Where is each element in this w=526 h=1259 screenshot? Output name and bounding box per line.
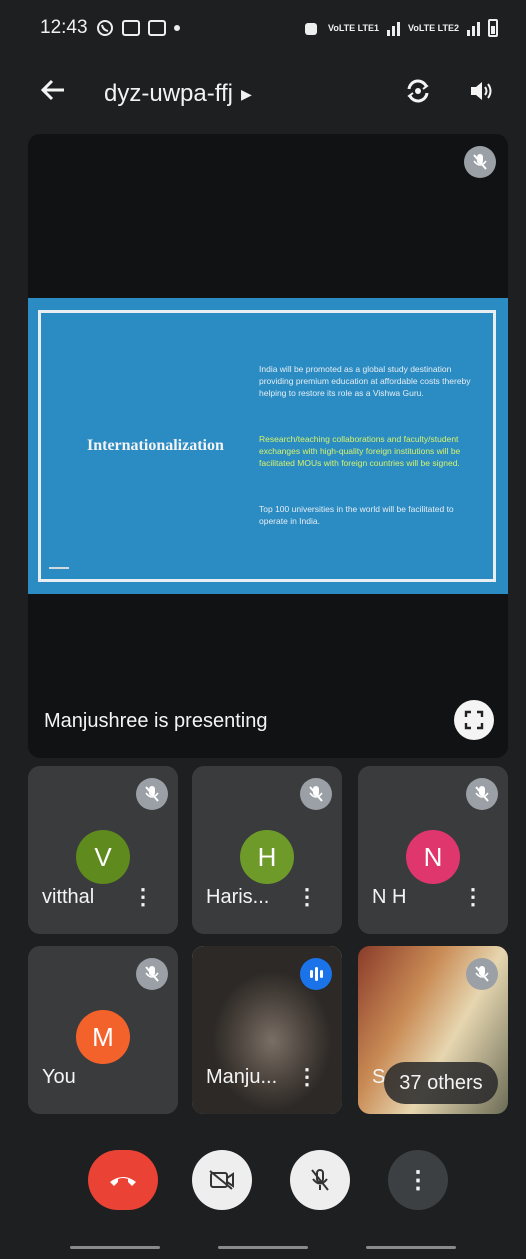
end-call-icon [110,1177,136,1186]
alarm-icon [302,19,320,37]
avatar: V [76,830,130,884]
participant-tile-nh[interactable]: N N H ⋮ [358,766,508,934]
mic-off-icon [311,1169,329,1191]
slide-title: Internationalization [87,437,224,454]
network-label-1: VoLTE LTE1 [328,22,379,33]
more-vert-icon[interactable]: ⋮ [296,884,318,910]
more-vert-icon[interactable]: ⋮ [132,884,154,910]
mic-toggle-button[interactable] [290,1150,350,1210]
caret-right-icon[interactable]: ▶ [241,86,252,103]
signal-2-icon [467,20,480,36]
camera-off-icon [209,1170,234,1190]
more-options-button[interactable]: ⋮ [388,1150,448,1210]
avatar: H [240,830,294,884]
nav-home[interactable] [218,1246,308,1249]
more-vert-icon[interactable]: ⋮ [296,1064,318,1090]
slide-frame: Internationalization India will be promo… [38,310,496,582]
participant-tile-vitthal[interactable]: V vitthal ⋮ [28,766,178,934]
network-label-2: VoLTE LTE2 [408,22,459,33]
switch-camera-icon[interactable] [404,77,432,112]
speaking-indicator-icon [300,958,332,990]
participant-name: You [42,1066,76,1088]
gallery-notification-icon [121,20,140,36]
avatar: M [76,1010,130,1064]
end-call-button[interactable] [88,1150,158,1210]
meeting-top-bar: dyz-uwpa-ffj ▶ [0,64,526,124]
nav-recents[interactable] [70,1246,160,1249]
signal-1-icon [387,20,400,36]
presentation-tile[interactable]: Internationalization India will be promo… [28,134,508,758]
nav-back[interactable] [366,1246,456,1249]
slide-footer-mark [49,567,69,569]
slide-paragraph-3: Top 100 universities in the world will b… [259,504,454,526]
back-arrow-icon[interactable] [40,77,80,111]
speaker-icon[interactable] [468,78,494,111]
mic-off-icon [464,146,496,178]
mic-off-icon [136,958,168,990]
mic-off-icon [300,778,332,810]
presenting-label: Manjushree is presenting [44,710,268,732]
more-vert-icon[interactable]: ⋮ [462,884,484,910]
participant-tile-manjushree[interactable]: Manju... ⋮ [192,946,342,1114]
participant-name: vitthal [42,886,95,908]
participant-tile-others[interactable]: S 37 others [358,946,508,1114]
system-nav-bar [0,1238,526,1259]
participant-name: Haris... [206,886,270,908]
participant-name: N H [372,886,407,908]
participant-name: Manju... [206,1066,278,1088]
meeting-code[interactable]: dyz-uwpa-ffj [104,80,233,108]
mic-off-icon [466,778,498,810]
mic-off-icon [136,778,168,810]
fullscreen-icon[interactable] [454,700,494,740]
app-notification-icon [147,20,166,36]
status-time: 12:43 [40,17,88,38]
slide-paragraph-2: Research/teaching collaborations and fac… [259,434,461,468]
slide-paragraph-1: India will be promoted as a global study… [259,364,471,398]
more-notifications-dot-icon [173,25,180,31]
call-controls: ⋮ [0,1140,526,1220]
camera-toggle-button[interactable] [192,1150,252,1210]
mic-off-icon [466,958,498,990]
status-bar: 12:43 VoLTE LTE1 VoLTE LTE2 [0,0,526,56]
shared-slide: Internationalization India will be promo… [28,298,508,594]
participant-tile-haris[interactable]: H Haris... ⋮ [192,766,342,934]
others-count-pill[interactable]: 37 others [384,1062,498,1104]
battery-icon [488,19,498,37]
avatar: N [406,830,460,884]
whatsapp-notification-icon [96,19,114,37]
participant-tile-you[interactable]: M You [28,946,178,1114]
